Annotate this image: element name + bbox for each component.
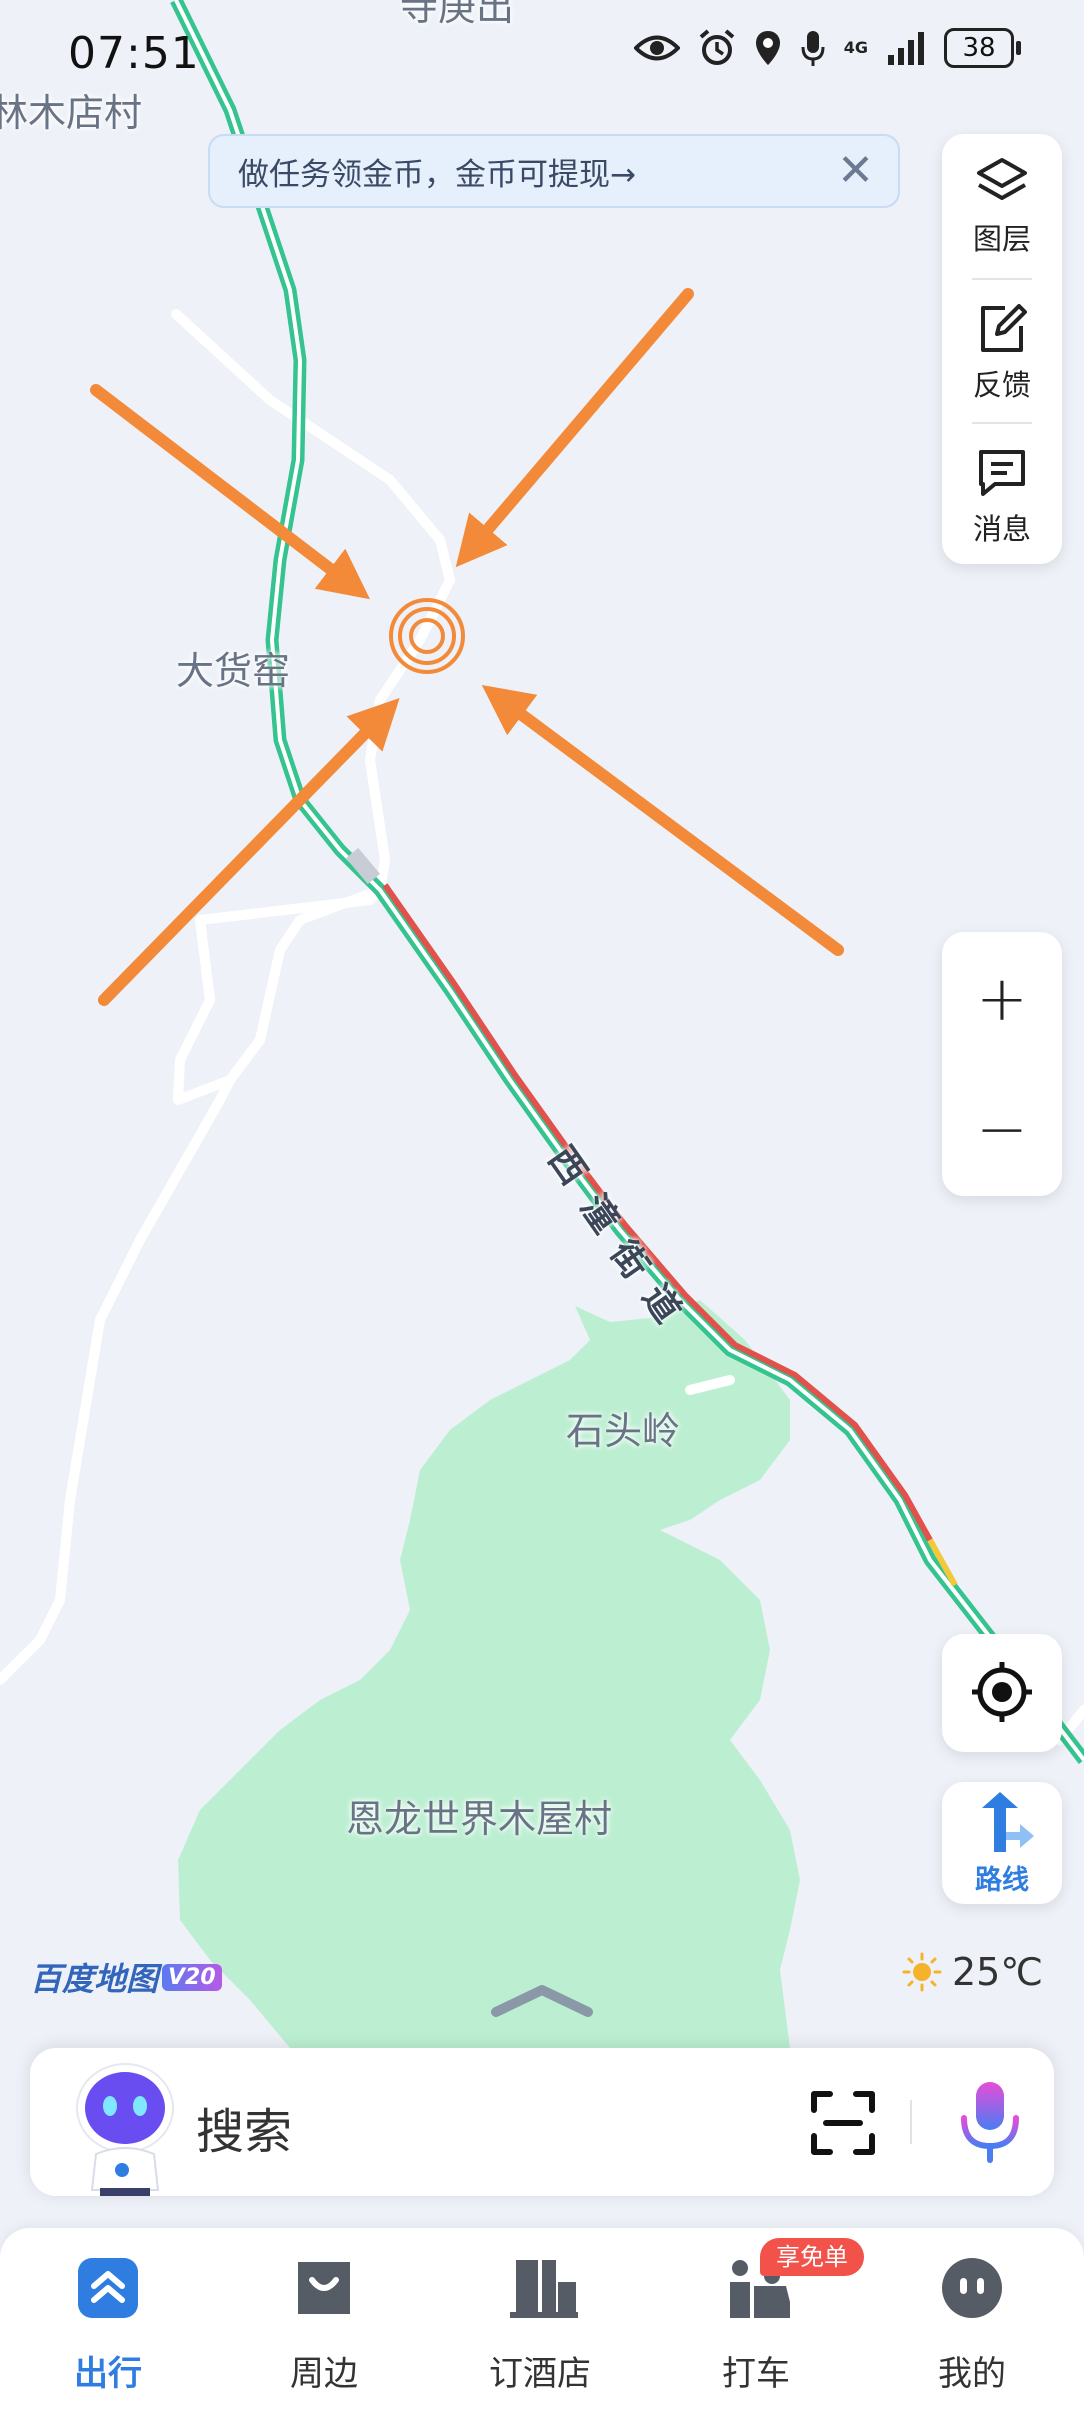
nav-travel[interactable]: 出行: [8, 2228, 208, 2412]
map-label-top-partial: 寺庚出: [400, 0, 515, 29]
nav-mine-label: 我的: [938, 2354, 1006, 2394]
assistant-avatar-icon[interactable]: [70, 2056, 180, 2196]
voice-mic-icon[interactable]: [956, 2080, 1024, 2164]
route-button[interactable]: 路线: [942, 1782, 1062, 1904]
feedback-button[interactable]: 反馈: [942, 280, 1062, 420]
scan-icon[interactable]: [810, 2090, 876, 2156]
brand-name: 百度地图: [30, 1960, 159, 1998]
chevron-up-icon[interactable]: [490, 1984, 594, 2018]
route-label: 路线: [975, 1865, 1029, 1896]
sun-icon: [902, 1952, 942, 1992]
eye-icon: [633, 35, 680, 61]
nav-hotel-label: 订酒店: [489, 2354, 591, 2394]
alarm-icon: [699, 29, 735, 65]
map-label-enlong: 恩龙世界木屋村: [346, 1797, 613, 1841]
layers-icon: [977, 158, 1027, 200]
edit-icon: [981, 304, 1027, 352]
network-type: 4G: [843, 38, 868, 57]
weather-widget[interactable]: 25℃: [902, 1950, 1043, 1994]
brand-logo: 百度地图 V20: [30, 1954, 222, 2000]
search-input[interactable]: 搜索: [196, 2092, 292, 2162]
taxi-free-ride-badge: 享免单: [760, 2238, 864, 2276]
status-icons: 4G 38: [633, 28, 1021, 68]
battery-indicator: 38: [944, 28, 1021, 68]
locate-button[interactable]: [942, 1634, 1062, 1752]
zoom-panel: + −: [942, 932, 1062, 1196]
promo-banner[interactable]: 做任务领金币，金币可提现→ ✕: [208, 134, 900, 208]
crosshair-icon: [972, 1662, 1032, 1722]
travel-icon: [78, 2258, 138, 2318]
route-arrow-icon: [982, 1792, 1034, 1852]
nav-nearby-label: 周边: [290, 2354, 358, 2394]
location-pin-icon: [755, 31, 780, 65]
map-label-village-top: 林木店村: [0, 91, 143, 135]
bottom-nav: 出行 周边 订酒店 打车 享免单 我的: [0, 2228, 1084, 2412]
search-bar[interactable]: 搜索: [30, 2048, 1054, 2196]
zoom-in-button[interactable]: +: [942, 934, 1062, 1064]
zoom-out-button[interactable]: −: [942, 1064, 1062, 1194]
promo-banner-text[interactable]: 做任务领金币，金币可提现→: [238, 149, 636, 194]
messages-label: 消息: [972, 512, 1031, 546]
close-icon[interactable]: ✕: [837, 146, 874, 196]
status-time: 07:51: [68, 28, 200, 79]
layers-label: 图层: [972, 222, 1031, 256]
nav-nearby[interactable]: 周边: [224, 2228, 424, 2412]
map-label-da-huo-yao: 大货窑: [176, 649, 291, 693]
message-icon: [979, 450, 1025, 496]
profile-icon: [942, 2258, 1002, 2318]
signal-icon: [888, 32, 924, 65]
nav-hotel[interactable]: 订酒店: [440, 2228, 640, 2412]
bag-icon: [298, 2262, 350, 2314]
feedback-label: 反馈: [972, 368, 1031, 402]
nav-travel-label: 出行: [74, 2354, 142, 2394]
map-label-shi-tou-ling: 石头岭: [566, 1409, 681, 1453]
map-tool-panel: 图层 反馈 消息: [942, 134, 1062, 564]
weather-temperature: 25℃: [952, 1950, 1044, 1994]
nav-mine[interactable]: 我的: [872, 2228, 1072, 2412]
nav-taxi-label: 打车: [722, 2354, 790, 2394]
layers-button[interactable]: 图层: [942, 134, 1062, 274]
search-divider: [910, 2100, 912, 2144]
hotel-icon: [510, 2260, 578, 2318]
brand-version: V20: [162, 1963, 222, 1991]
messages-button[interactable]: 消息: [942, 424, 1062, 564]
microphone-icon: [801, 31, 825, 66]
